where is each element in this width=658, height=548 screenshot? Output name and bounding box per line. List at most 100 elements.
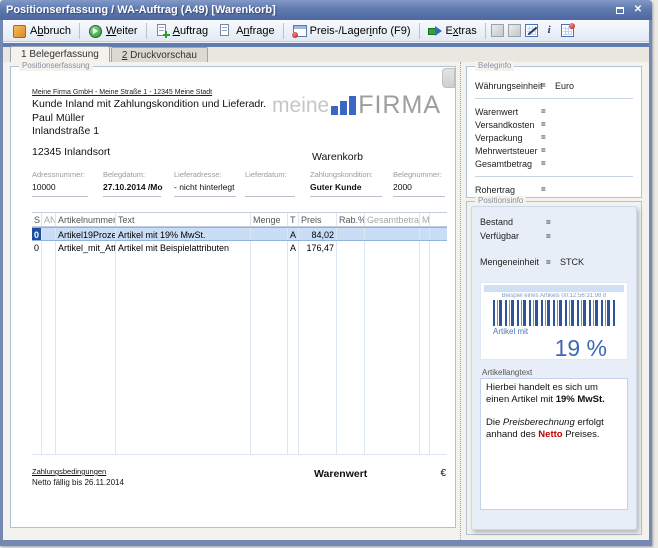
payment-terms-title: Zahlungsbedingungen — [32, 467, 124, 476]
next-icon — [88, 24, 102, 37]
equals-sign: = — [546, 232, 560, 241]
sender-line: Meine Firma GmbH - Meine Straße 1 - 1234… — [32, 89, 212, 96]
info-row-mehrwertsteuer: Mehrwertsteuer= — [475, 144, 633, 157]
info-row-versandkosten: Versandkosten= — [475, 118, 633, 131]
inquiry-button[interactable]: Anfrage — [213, 22, 280, 39]
field-adressnummer[interactable]: Adressnummer: 10000 — [32, 170, 88, 197]
positions-table: S AN Artikelnummer Text Menge T Preis Ra… — [32, 212, 447, 455]
view-2-icon — [508, 24, 521, 37]
divider — [475, 98, 633, 99]
toolbar-separator — [419, 23, 420, 39]
next-button[interactable]: Weiter — [83, 22, 143, 39]
positionsinfo-group-label: Positionsinfo — [475, 196, 526, 206]
positionserfassung-group: Positionserfassung Meine Firma GmbH - Me… — [10, 66, 456, 528]
positionsinfo-panel: Bestand= Verfügbar= Mengeneinheit=STCK B… — [471, 206, 637, 530]
app-window: Positionserfassung / WA-Auftrag (A49) [W… — [0, 0, 652, 546]
restore-button[interactable] — [612, 3, 628, 17]
barcode-icon — [493, 300, 615, 326]
document-type-title: Warenkorb — [312, 151, 363, 163]
inquiry-label: Anfrage — [236, 25, 275, 37]
info-row-gesamtbetrag: Gesamtbetrag= — [475, 157, 633, 170]
image-caption: Beispiel eines Artikels 00:12:56:31:98 8 — [481, 293, 627, 299]
order-label: Auftrag — [173, 25, 208, 37]
beleginfo-group-label: Beleginfo — [475, 61, 514, 71]
info-row-rohertrag: Rohertrag= — [475, 183, 633, 196]
address-line: Inlandstraße 1 — [32, 125, 99, 137]
content-area: Positionserfassung Meine Firma GmbH - Me… — [3, 62, 649, 540]
equals-sign: = — [546, 258, 560, 267]
restore-icon — [616, 7, 624, 14]
field-belegdatum[interactable]: Belegdatum: 27.10.2014 /Mo — [103, 170, 161, 197]
table-header-row: S AN Artikelnummer Text Menge T Preis Ra… — [32, 212, 447, 227]
toolbar-separator — [79, 23, 80, 39]
grid-edit-icon — [525, 24, 538, 37]
equals-sign: = — [541, 185, 555, 194]
positionserfassung-group-label: Positionserfassung — [19, 61, 93, 71]
equals-sign: = — [541, 81, 555, 90]
view-toggle-1-button[interactable] — [490, 23, 505, 38]
window-title: Positionserfassung / WA-Auftrag (A49) [W… — [6, 4, 610, 16]
info-row-verfuegbar: Verfügbar= — [480, 229, 628, 243]
field-lieferdatum[interactable]: Lieferdatum: — [245, 170, 295, 197]
empty-grid-area — [32, 254, 447, 455]
grid-new-button[interactable] — [560, 23, 575, 38]
equals-sign: = — [546, 218, 560, 227]
currency-symbol: € — [440, 468, 446, 479]
info-row-waehrungseinheit: Währungseinheit=Euro — [475, 79, 633, 92]
extras-icon — [428, 24, 442, 37]
address-line: Paul Müller — [32, 112, 85, 124]
equals-sign: = — [541, 133, 555, 142]
info-row-bestand: Bestand= — [480, 215, 628, 229]
tab-bar: 1 Belegerfassung 2 Druckvorschau — [3, 47, 649, 62]
table-row[interactable]: 0 Artikel19Prozent Artikel mit 19% MwSt.… — [32, 227, 447, 241]
panel-splitter[interactable] — [460, 62, 461, 540]
table-row[interactable]: 0 Artikel_mit_Attribu Artikel mit Beispi… — [32, 241, 447, 254]
scroll-thumb[interactable] — [442, 68, 455, 88]
logo-text-right: FIRMA — [358, 95, 441, 116]
toolbar-separator — [146, 23, 147, 39]
titlebar[interactable]: Positionserfassung / WA-Auftrag (A49) [W… — [0, 0, 652, 20]
order-icon — [155, 24, 169, 37]
info-row-verpackung: Verpackung= — [475, 131, 633, 144]
positionsinfo-group: Positionsinfo Bestand= Verfügbar= Mengen… — [466, 201, 642, 535]
address-line: Kunde Inland mit Zahlungskondition und L… — [32, 98, 266, 110]
abort-button[interactable]: Abbruch — [7, 22, 76, 39]
toolbar-separator — [283, 23, 284, 39]
equals-sign: = — [541, 159, 555, 168]
field-lieferadresse[interactable]: Lieferadresse: - nicht hinterlegt — [174, 170, 236, 197]
price-stock-info-icon — [292, 24, 306, 37]
field-belegnummer[interactable]: Belegnummer: 2000 — [393, 170, 445, 197]
extras-label: Extras — [446, 25, 477, 37]
equals-sign: = — [541, 107, 555, 116]
close-button[interactable]: ✕ — [630, 3, 646, 17]
grid-edit-button[interactable] — [524, 23, 539, 38]
logo-text-left: meine — [272, 96, 329, 116]
beleginfo-group: Beleginfo Währungseinheit=Euro Warenwert… — [466, 66, 642, 198]
tab-belegerfassung[interactable]: 1 Belegerfassung — [10, 46, 110, 62]
equals-sign: = — [541, 146, 555, 155]
view-1-icon — [491, 24, 504, 37]
abort-label: Abbruch — [30, 25, 71, 37]
abort-icon — [12, 24, 26, 37]
langtext-label: Artikellangtext — [482, 368, 628, 377]
field-zahlungskondition[interactable]: Zahlungskondition: Guter Kunde — [310, 170, 382, 197]
next-label: Weiter — [106, 25, 138, 37]
image-header-band — [484, 285, 624, 292]
toolbar-separator — [485, 23, 486, 39]
info-row-mengeneinheit: Mengeneinheit=STCK — [480, 255, 628, 269]
info-row-warenwert: Warenwert= — [475, 105, 633, 118]
company-logo: meine FIRMA — [272, 95, 441, 116]
equals-sign: = — [541, 120, 555, 129]
divider — [475, 176, 633, 177]
info-button[interactable]: i — [541, 22, 558, 39]
address-line: 12345 Inlandsort — [32, 146, 110, 158]
view-toggle-2-button[interactable] — [507, 23, 522, 38]
tab-druckvorschau[interactable]: 2 Druckvorschau — [111, 47, 208, 62]
order-button[interactable]: Auftrag — [150, 22, 213, 39]
article-longtext: Hierbei handelt es sich um einen Artikel… — [480, 378, 628, 510]
extras-button[interactable]: Extras — [423, 22, 482, 39]
price-stock-info-label: Preis-/Lagerinfo (F9) — [310, 25, 411, 37]
payment-terms-text: Netto fällig bis 26.11.2014 — [32, 478, 124, 487]
price-stock-info-button[interactable]: Preis-/Lagerinfo (F9) — [287, 22, 416, 39]
article-image: Beispiel eines Artikels 00:12:56:31:98 8… — [480, 282, 628, 360]
